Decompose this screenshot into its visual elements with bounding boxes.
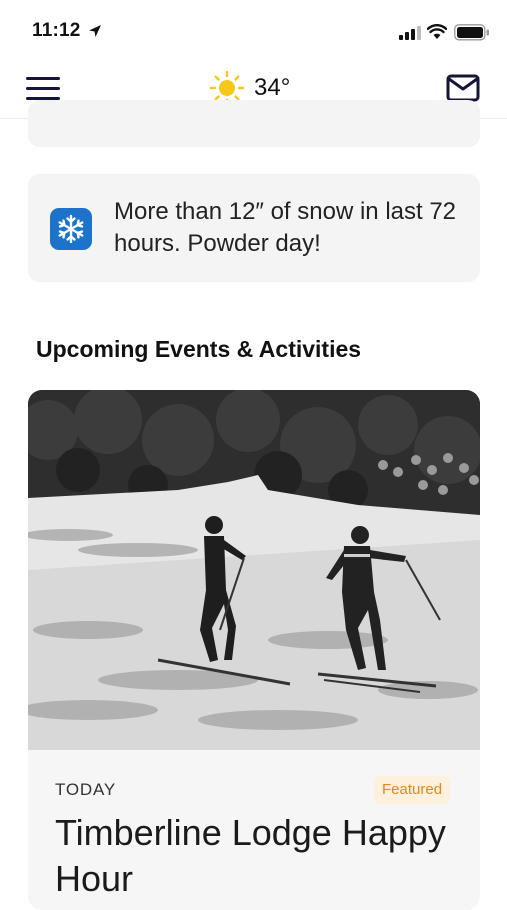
event-photo [28, 390, 480, 750]
snowflake-icon [50, 208, 92, 250]
event-card[interactable]: TODAY Featured Timberline Lodge Happy Ho… [28, 390, 480, 910]
temperature-label: 34° [254, 74, 291, 101]
wifi-icon [427, 24, 447, 39]
event-date-label: TODAY [55, 780, 116, 799]
envelope-icon[interactable] [446, 74, 480, 102]
cellular-signal-icon [399, 26, 421, 40]
info-card-partial [28, 100, 480, 147]
status-bar: 11:12 [0, 0, 507, 58]
hamburger-menu-icon[interactable] [26, 77, 60, 101]
featured-badge: Featured [374, 776, 451, 804]
battery-icon [454, 24, 489, 41]
section-title: Upcoming Events & Activities [36, 336, 362, 362]
location-arrow-icon [89, 25, 101, 37]
status-time: 11:12 [32, 20, 81, 41]
snow-alert-text: More than 12″ of snow in last 72 hours. … [114, 198, 457, 257]
event-title[interactable]: Timberline Lodge Happy Hour [55, 810, 455, 902]
snow-alert-card[interactable]: More than 12″ of snow in last 72 hours. … [28, 174, 480, 282]
